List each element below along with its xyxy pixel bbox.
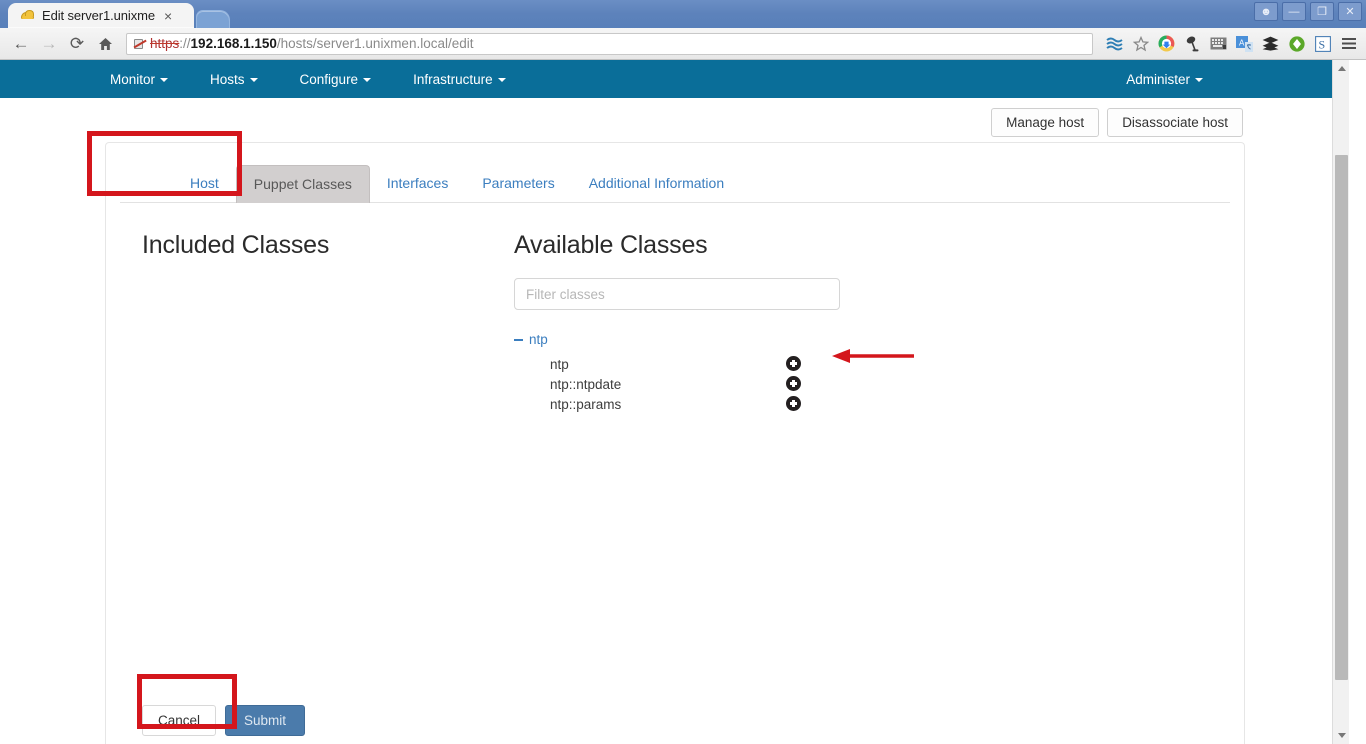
manage-host-button[interactable]: Manage host [991, 108, 1100, 137]
tab-parameters[interactable]: Parameters [465, 165, 571, 202]
nav-item-administer[interactable]: Administer [1126, 72, 1227, 87]
browser-window: Edit server1.unixme × ☻ — ❐ ✕ ← → ⟳ http… [0, 0, 1366, 744]
url-separator: :// [179, 36, 191, 51]
minus-icon [514, 338, 523, 341]
nav-item-configure-label: Configure [299, 71, 359, 87]
bookmark-star-icon[interactable] [1131, 34, 1150, 53]
hardhat-icon [20, 8, 35, 23]
included-classes-pane: Included Classes [106, 231, 446, 414]
browser-tab[interactable]: Edit server1.unixme × [8, 3, 194, 28]
nav-item-infrastructure-label: Infrastructure [413, 71, 493, 87]
foreman-navbar: Monitor Hosts Configure Infrastructure A… [0, 60, 1349, 98]
nav-item-infrastructure[interactable]: Infrastructure [413, 72, 530, 87]
list-item: ntp::params [514, 394, 1244, 414]
url-scheme: https [150, 36, 180, 51]
home-button[interactable] [92, 31, 118, 57]
back-button[interactable]: ← [8, 31, 34, 57]
s-extension-icon[interactable]: S [1313, 34, 1332, 53]
lamp-extension-icon[interactable] [1183, 34, 1202, 53]
nav-item-monitor[interactable]: Monitor [110, 72, 192, 87]
chrome-menu-icon[interactable] [1339, 34, 1358, 53]
available-class-list: ntp ntp::ntpdate ntp::params [514, 354, 1244, 414]
nav-item-monitor-label: Monitor [110, 71, 156, 87]
host-edit-tabs: Host Puppet Classes Interfaces Parameter… [120, 143, 1230, 203]
translate-extension-icon[interactable]: A [1235, 34, 1254, 53]
chevron-down-icon [497, 77, 506, 82]
reload-button[interactable]: ⟳ [64, 31, 90, 57]
new-tab-button[interactable] [196, 10, 230, 28]
web-page: Monitor Hosts Configure Infrastructure A… [0, 60, 1349, 744]
class-group-toggle[interactable]: ntp [514, 332, 1244, 347]
browser-titlebar: Edit server1.unixme × ☻ — ❐ ✕ [0, 0, 1366, 28]
user-profile-button[interactable]: ☻ [1254, 2, 1278, 21]
host-action-buttons: Manage host Disassociate host [0, 98, 1349, 137]
browser-tab-title: Edit server1.unixme [42, 8, 155, 23]
toolbar-icons: A S [1101, 34, 1358, 53]
bookmark-manager-icon[interactable] [1105, 34, 1124, 53]
puppet-classes-panes: Included Classes Available Classes ntp [106, 203, 1244, 414]
forward-button[interactable]: → [36, 31, 62, 57]
class-name: ntp::params [550, 396, 622, 412]
available-classes-heading: Available Classes [514, 231, 708, 259]
scroll-down-arrow[interactable] [1333, 727, 1349, 744]
close-button[interactable]: ✕ [1338, 2, 1362, 21]
nav-item-configure[interactable]: Configure [300, 72, 396, 87]
class-name: ntp [550, 356, 569, 372]
close-tab-icon[interactable]: × [162, 9, 174, 23]
included-classes-heading: Included Classes [142, 231, 330, 259]
evernote-extension-icon[interactable] [1287, 34, 1306, 53]
buffer-extension-icon[interactable] [1261, 34, 1280, 53]
browser-toolbar: ← → ⟳ https://192.168.1.150/hosts/server… [0, 28, 1366, 60]
url-path: /hosts/server1.unixmen.local/edit [276, 36, 474, 51]
class-name: ntp::ntpdate [550, 376, 622, 392]
form-actions: Cancel Submit [142, 705, 306, 736]
filter-classes-wrapper [514, 278, 1244, 310]
add-circle-icon[interactable] [786, 356, 801, 371]
cancel-button[interactable]: Cancel [142, 705, 217, 736]
tab-additional-information[interactable]: Additional Information [572, 165, 741, 202]
keyboard-extension-icon[interactable] [1209, 34, 1228, 53]
chevron-down-icon [249, 77, 258, 82]
chevron-down-icon [1195, 77, 1203, 82]
insecure-https-icon [133, 37, 147, 51]
address-bar[interactable]: https://192.168.1.150/hosts/server1.unix… [126, 32, 1093, 55]
chevron-down-icon [363, 77, 372, 82]
tab-puppet-classes[interactable]: Puppet Classes [235, 165, 370, 203]
list-item: ntp [514, 354, 1244, 374]
minimize-button[interactable]: — [1282, 2, 1306, 21]
tab-strip: Edit server1.unixme × [0, 0, 230, 28]
submit-button[interactable]: Submit [225, 705, 306, 736]
class-group-ntp: ntp ntp ntp::ntpdate ntp::params [514, 332, 1244, 414]
host-edit-panel: Host Puppet Classes Interfaces Parameter… [105, 142, 1245, 744]
nav-item-administer-label: Administer [1126, 71, 1190, 87]
window-controls: ☻ — ❐ ✕ [1254, 2, 1362, 21]
tab-interfaces[interactable]: Interfaces [370, 165, 465, 202]
class-group-name: ntp [529, 332, 548, 347]
filter-classes-input[interactable] [514, 278, 840, 310]
list-item: ntp::ntpdate [514, 374, 1244, 394]
scroll-up-arrow[interactable] [1333, 60, 1349, 77]
tab-host[interactable]: Host [173, 165, 236, 202]
disassociate-host-button[interactable]: Disassociate host [1107, 108, 1243, 137]
add-circle-icon[interactable] [786, 396, 801, 411]
available-classes-pane: Available Classes ntp ntp [446, 231, 1244, 414]
svg-text:S: S [1318, 37, 1325, 51]
maximize-button[interactable]: ❐ [1310, 2, 1334, 21]
svg-text:A: A [1239, 38, 1245, 47]
url-host: 192.168.1.150 [190, 36, 277, 51]
chevron-down-icon [160, 77, 169, 82]
chrome-download-extension-icon[interactable] [1157, 34, 1176, 53]
nav-item-hosts[interactable]: Hosts [210, 72, 282, 87]
page-scrollbar[interactable] [1332, 60, 1349, 744]
add-circle-icon[interactable] [786, 376, 801, 391]
scrollbar-thumb[interactable] [1335, 155, 1348, 680]
nav-item-hosts-label: Hosts [210, 71, 245, 87]
